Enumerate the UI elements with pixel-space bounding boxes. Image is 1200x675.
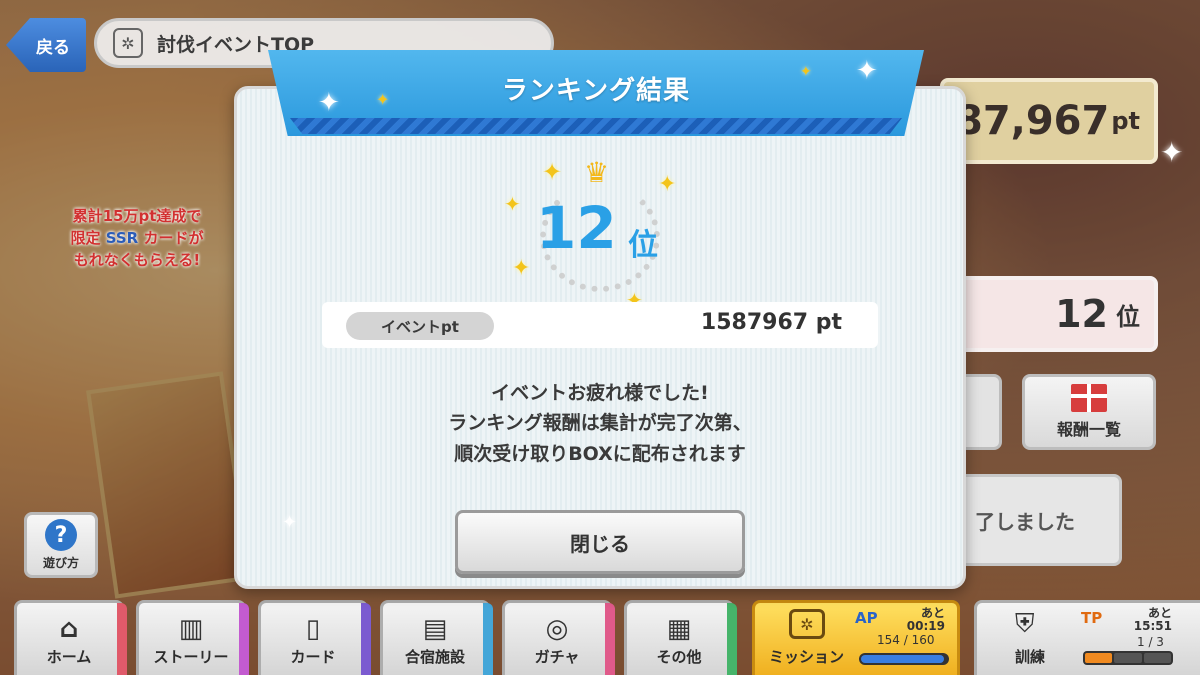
nav-item-label: その他 — [656, 648, 702, 666]
promo-line-2: 限定 SSR カードが — [71, 228, 204, 250]
nav-item-1[interactable]: ▥ ストーリー — [136, 600, 249, 675]
event-points-row: イベントpt 1587967 pt — [322, 302, 878, 348]
event-points-value: 87,967 — [954, 98, 1110, 144]
tp-remain-prefix: あと — [1147, 606, 1172, 620]
reward-list-button[interactable]: 報酬一覧 — [1022, 374, 1156, 450]
reward-list-label: 報酬一覧 — [1056, 420, 1121, 439]
nav-accent-tag — [483, 603, 493, 675]
nav-accent-tag — [605, 603, 615, 675]
ap-gauge-fill — [861, 655, 944, 663]
back-button-label: 戻る — [36, 37, 70, 58]
event-finished-text: 了しました — [975, 509, 1075, 534]
nav-item-label: 合宿施設 — [404, 648, 465, 666]
message-line: ランキング報酬は集計が完了次第、 — [448, 412, 752, 435]
ap-gauge — [859, 653, 949, 665]
ap-remain-prefix: あと — [920, 606, 945, 620]
nav-accent-tag — [361, 603, 371, 675]
event-points-panel: 87,967 pt — [940, 78, 1158, 164]
dialog-message: イベントお疲れ様でした! ランキング報酬は集計が完了次第、 順次受け取りBOXに… — [300, 378, 900, 488]
message-line: イベントお疲れ様でした! — [491, 382, 709, 404]
ap-label: AP — [855, 609, 878, 627]
event-rank-value: 12 — [1055, 292, 1108, 336]
sparkle-icon: ✦ — [376, 90, 390, 109]
nav-mission[interactable]: ✲ ミッション AP あと 00:19 154 / 160 — [752, 600, 960, 675]
nav-accent-tag — [727, 603, 737, 675]
sparkle-icon: ✦ — [318, 88, 340, 118]
ssr-promo-banner[interactable]: 累計15万pt達成で 限定 SSR カードが もれなくもらえる! — [44, 180, 230, 298]
network-icon: ✲ — [113, 28, 143, 58]
ap-remain-time: 00:19 — [906, 618, 945, 633]
mission-network-icon: ✲ — [789, 609, 825, 639]
tp-gauge-segment — [1114, 653, 1142, 663]
sparkle-icon: ✦ — [282, 512, 298, 533]
promo-line-1: 累計15万pt達成で — [72, 207, 202, 226]
sparkle-icon: ✦ — [658, 172, 677, 197]
tp-gauge-segment — [1143, 653, 1171, 663]
event-rank-unit: 位 — [1116, 302, 1140, 331]
sparkle-icon: ✦ — [856, 56, 878, 86]
ap-recover-timer: あと 00:19 — [907, 607, 945, 632]
message-line: 順次受け取りBOXに配布されます — [454, 442, 746, 465]
promo-limited: 限定 — [70, 229, 101, 248]
ap-value: 154 / 160 — [877, 633, 935, 647]
rank-unit: 位 — [628, 228, 658, 263]
event-points-unit: pt — [1111, 107, 1140, 135]
help-button[interactable]: ? 遊び方 — [24, 512, 98, 578]
promo-line-3: もれなくもらえる! — [73, 250, 201, 269]
nav-item-label: ガチャ — [534, 648, 580, 666]
nav-item-0[interactable]: ⌂ ホーム — [14, 600, 127, 675]
close-button[interactable]: 閉じる — [455, 510, 745, 574]
nav-accent-tag — [239, 603, 249, 675]
mission-label: ミッション — [769, 648, 845, 666]
shield-icon: ⛨ — [1015, 609, 1035, 639]
question-icon: ? — [45, 519, 77, 551]
gift-icon — [1071, 384, 1107, 412]
promo-card: カードが — [143, 229, 204, 248]
sparkle-icon: ✦ — [1160, 136, 1184, 169]
rank-badge: ♛ 12 位 ✦ ✦ ✦ ✦ ✦ — [500, 148, 700, 312]
crown-icon: ♛ — [584, 156, 610, 189]
sparkle-icon: ✦ — [504, 192, 521, 216]
help-label: 遊び方 — [42, 556, 79, 570]
nav-item-4[interactable]: ◎ ガチャ — [502, 600, 615, 675]
nav-item-3[interactable]: ▤ 合宿施設 — [380, 600, 493, 675]
training-label: 訓練 — [1015, 648, 1046, 666]
tp-recover-timer: あと 15:51 — [1134, 607, 1172, 632]
tp-label: TP — [1081, 609, 1103, 627]
event-rank-panel: 12 位 — [940, 276, 1158, 352]
promo-ssr: SSR — [105, 229, 139, 248]
nav-training[interactable]: ⛨ 訓練 TP あと 15:51 1 / 3 — [974, 600, 1200, 675]
tp-gauge-segment — [1085, 653, 1113, 663]
nav-item-label: ホーム — [46, 648, 92, 666]
event-points-label: イベントpt — [346, 312, 494, 340]
gacha-icon: ◎ — [545, 614, 569, 644]
tp-gauge — [1083, 651, 1173, 665]
nav-item-2[interactable]: ▯ カード — [258, 600, 371, 675]
building-icon: ▤ — [422, 614, 448, 644]
rank-number: 12 — [536, 194, 617, 262]
event-points-total: 1587967 pt — [700, 310, 842, 335]
event-finished-panel: 了しました — [940, 474, 1122, 566]
sparkle-icon: ✦ — [542, 158, 563, 186]
nav-accent-tag — [117, 603, 127, 675]
dialog-header-stripe — [290, 118, 902, 134]
card-icon: ▯ — [305, 614, 321, 644]
tp-value: 1 / 3 — [1137, 635, 1164, 649]
nav-item-label: ストーリー — [153, 648, 229, 666]
nav-item-label: カード — [290, 648, 336, 666]
sparkle-icon: ✦ — [512, 256, 531, 281]
book-icon: ▥ — [178, 614, 204, 644]
grid-icon: ▦ — [666, 614, 692, 644]
close-button-label: 閉じる — [570, 531, 630, 556]
sparkle-icon: ✦ — [800, 64, 812, 80]
home-icon: ⌂ — [59, 614, 79, 644]
nav-item-5[interactable]: ▦ その他 — [624, 600, 737, 675]
dialog-title: ランキング結果 — [501, 75, 691, 106]
tp-remain-time: 15:51 — [1133, 618, 1172, 633]
